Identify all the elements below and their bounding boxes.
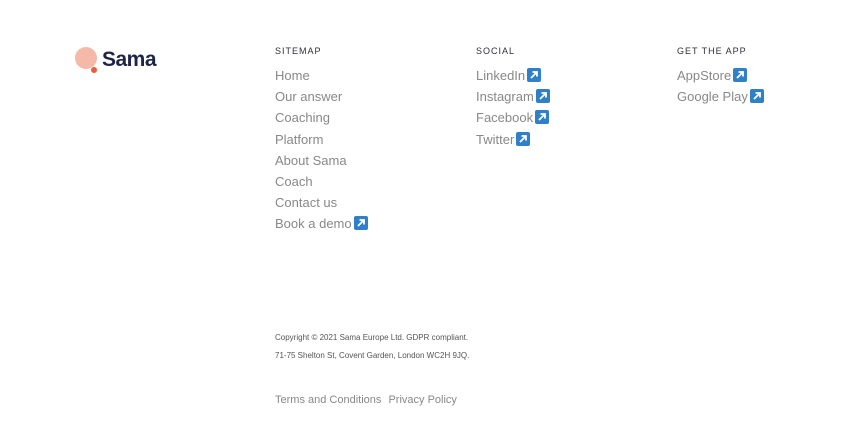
app-heading: GET THE APP [677, 46, 747, 56]
external-link-icon[interactable] [749, 89, 764, 104]
legal-info: Copyright © 2021 Sama Europe Ltd. GDPR c… [275, 332, 469, 368]
social-link-twitter[interactable]: Twitter [476, 132, 514, 147]
sitemap-link-our-answer[interactable]: Our answer [275, 89, 342, 104]
app-list: AppStore Google Play [677, 67, 764, 109]
external-link-icon[interactable] [535, 89, 550, 104]
sitemap-link-platform[interactable]: Platform [275, 132, 323, 147]
social-heading: SOCIAL [476, 46, 516, 56]
social-column: SOCIAL LinkedIn Instagram Facebook Twitt… [476, 46, 550, 152]
legal-links: Terms and Conditions Privacy Policy [275, 394, 461, 406]
sitemap-link-coach[interactable]: Coach [275, 174, 313, 189]
terms-link[interactable]: Terms and Conditions [275, 394, 381, 406]
social-link-facebook[interactable]: Facebook [476, 110, 533, 125]
app-link-google-play[interactable]: Google Play [677, 89, 748, 104]
app-link-appstore[interactable]: AppStore [677, 68, 731, 83]
external-link-icon[interactable] [516, 131, 531, 146]
external-link-icon[interactable] [353, 216, 368, 231]
social-link-linkedin[interactable]: LinkedIn [476, 68, 525, 83]
sitemap-list: Home Our answer Coaching Platform About … [275, 67, 368, 237]
external-link-icon[interactable] [733, 68, 748, 82]
address-text: 71-75 Shelton St, Covent Garden, London … [275, 351, 470, 360]
app-column: GET THE APP AppStore Google Play [677, 46, 764, 109]
sitemap-link-coaching[interactable]: Coaching [275, 110, 330, 125]
logo-mark-icon [75, 47, 97, 69]
sitemap-link-about-sama[interactable]: About Sama [275, 153, 347, 168]
external-link-icon[interactable] [527, 68, 542, 82]
social-link-instagram[interactable]: Instagram [476, 89, 534, 104]
logo-wordmark: Sama [102, 48, 157, 71]
social-list: LinkedIn Instagram Facebook Twitter [476, 67, 550, 152]
sitemap-heading: SITEMAP [275, 46, 322, 56]
privacy-link[interactable]: Privacy Policy [388, 394, 456, 406]
external-link-icon[interactable] [535, 110, 550, 125]
sitemap-link-book-a-demo[interactable]: Book a demo [275, 216, 352, 231]
sitemap-link-contact-us[interactable]: Contact us [275, 195, 337, 210]
copyright-text: Copyright © 2021 Sama Europe Ltd. GDPR c… [275, 333, 469, 342]
sama-logo[interactable]: Sama [74, 45, 184, 77]
sitemap-column: SITEMAP Home Our answer Coaching Platfor… [275, 46, 368, 237]
logo-dot-icon [91, 67, 97, 73]
sitemap-link-home[interactable]: Home [275, 68, 310, 83]
